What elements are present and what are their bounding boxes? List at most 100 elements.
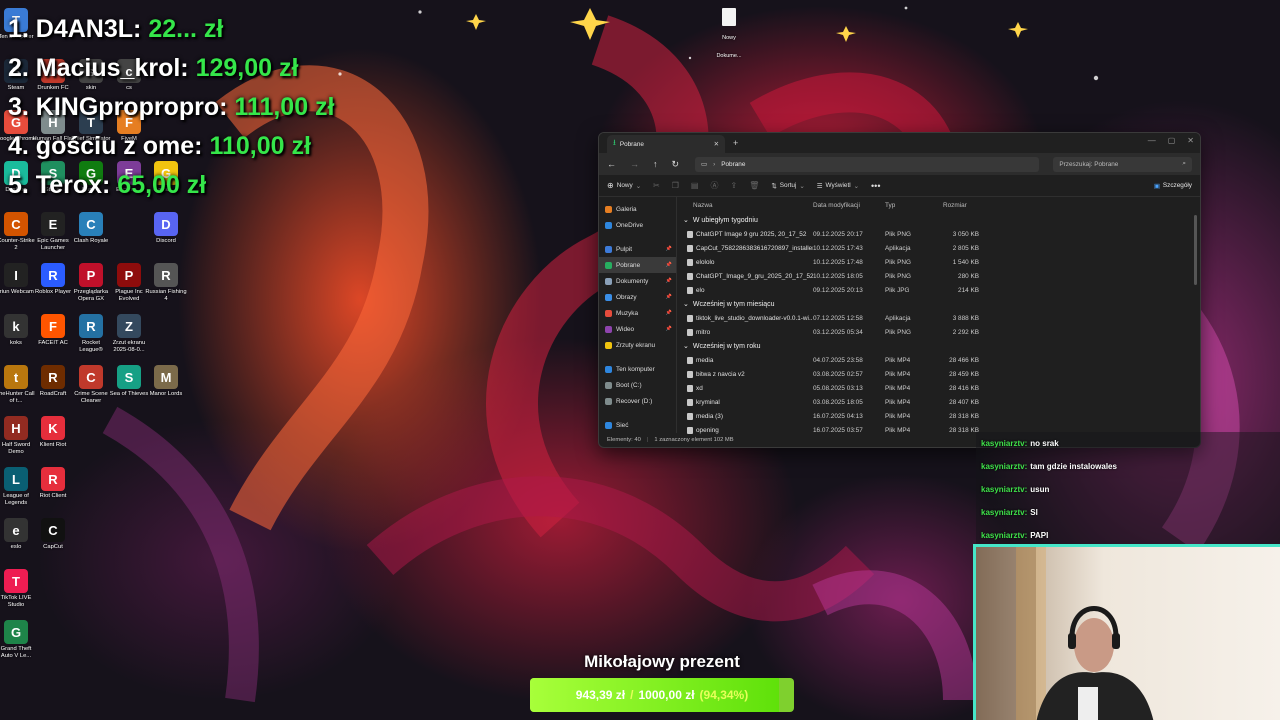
file-size: 214 KB <box>958 286 979 294</box>
desktop-icon[interactable]: D Discord <box>145 212 187 245</box>
desktop-icon[interactable]: P Plague Inc Evolved <box>108 263 150 303</box>
file-date: 05.08.2025 03:13 <box>813 384 863 392</box>
column-type[interactable]: Typ <box>885 202 943 209</box>
file-row[interactable]: tiktok_live_studio_downloader-v0.0.1-wi.… <box>677 311 1200 325</box>
nav-item[interactable]: Ten komputer <box>599 361 676 377</box>
file-row[interactable]: bitwa z navcia v2 03.08.2025 02:57 Plik MP… <box>677 367 1200 381</box>
folder-icon <box>605 221 612 229</box>
close-window-icon[interactable]: ✕ <box>1187 136 1194 145</box>
nav-separator <box>599 353 676 361</box>
desktop-icon[interactable]: R Rocket League® <box>70 314 112 354</box>
up-arrow-icon[interactable]: ↑ <box>653 159 658 169</box>
nav-item[interactable]: Boot (C:) <box>599 377 676 393</box>
desktop-icon[interactable]: P Przeglądarka Opera GX <box>70 263 112 303</box>
back-arrow-icon[interactable]: ← <box>607 159 616 169</box>
desktop-icon[interactable]: M Manor Lords <box>145 365 187 398</box>
nav-item[interactable]: Recover (D:) <box>599 393 676 409</box>
file-name: CapCut_7582286383616720897_installer <box>696 244 813 252</box>
nav-item[interactable]: Pobrane 📌 <box>599 257 676 273</box>
goal-target: 1000,00 zł <box>638 688 695 702</box>
sort-button[interactable]: ⇅ Sortuj ⌄ <box>771 182 804 190</box>
forward-arrow-icon[interactable]: → <box>630 159 639 169</box>
file-row[interactable]: media (3) 16.07.2025 04:13 Plik MP4 28 318 … <box>677 409 1200 423</box>
path-field[interactable]: ▭ › Pobrane <box>695 156 1040 172</box>
group-header[interactable]: ⌄ Wcześniej w tym miesiącu <box>677 297 1200 311</box>
new-button[interactable]: ⊕ Nowy ⌄ <box>607 181 641 190</box>
file-row[interactable]: elo 09.12.2025 20:13 Plik JPG 214 KB <box>677 283 1200 297</box>
desktop-icon[interactable]: C Crime Scene Cleaner <box>70 365 112 405</box>
desktop-icon[interactable]: G Grand Theft Auto V Le... <box>0 620 37 660</box>
column-headers: Nazwa Data modyfikacji Typ Rozmiar <box>677 197 1200 213</box>
desktop-icon[interactable]: R Russian Fishing 4 <box>145 263 187 303</box>
minimize-icon[interactable]: — <box>1148 136 1156 145</box>
item-count: Elementy: 40 <box>607 437 641 443</box>
nav-item[interactable]: Muzyka 📌 <box>599 305 676 321</box>
file-row[interactable]: media 04.07.2025 23:58 Plik MP4 28 466 KB <box>677 353 1200 367</box>
file-row[interactable]: xd 05.08.2025 03:13 Plik MP4 28 416 KB <box>677 381 1200 395</box>
tiktok-icon: T <box>4 569 28 593</box>
nav-item-label: Pobrane <box>616 261 641 269</box>
group-header[interactable]: ⌄ Wcześniej w tym roku <box>677 339 1200 353</box>
goal-percent: (94,34%) <box>699 688 749 702</box>
desktop-icon[interactable]: T TikTok LIVE Studio <box>0 569 37 609</box>
nav-item[interactable]: Obrazy 📌 <box>599 289 676 305</box>
close-tab-icon[interactable]: ✕ <box>714 140 719 148</box>
column-date[interactable]: Data modyfikacji <box>813 202 885 209</box>
path-segment[interactable]: Pobrane <box>721 161 745 168</box>
file-icon <box>687 328 693 336</box>
desktop-icon-label: Manor Lords <box>149 391 183 397</box>
desktop-icon[interactable]: C CapCut <box>32 518 74 551</box>
file-icon: k <box>4 314 28 338</box>
copy-icon[interactable]: ❐ <box>672 181 679 190</box>
view-button[interactable]: ☰ Wyświetl ⌄ <box>817 182 859 190</box>
desktop-icon[interactable]: R Riot Client <box>32 467 74 500</box>
nav-item[interactable]: Pulpit 📌 <box>599 241 676 257</box>
nav-item[interactable]: Wideo 📌 <box>599 321 676 337</box>
nav-item[interactable]: Zrzuty ekranu <box>599 337 676 353</box>
desktop-icon[interactable]: E Epic Games Launcher <box>32 212 74 252</box>
file-row[interactable]: CapCut_7582286383616720897_installer 10.1… <box>677 241 1200 255</box>
nav-item[interactable]: Sieć <box>599 417 676 433</box>
desktop-icon[interactable]: R RoadCraft <box>32 365 74 398</box>
new-document-desktop-icon[interactable]: Nowy Dokume... <box>716 8 742 62</box>
refresh-icon[interactable]: ↻ <box>672 159 680 170</box>
desktop-icon[interactable]: S Sea of Thieves <box>108 365 150 398</box>
file-row[interactable]: ChatGPT Image 9 gru 2025, 20_17_52 09.12.… <box>677 227 1200 241</box>
explorer-tab[interactable]: ⭳ Pobrane ✕ <box>607 135 725 153</box>
more-options-icon[interactable]: ••• <box>871 181 880 191</box>
desktop-icon[interactable]: Z Zrzut ekranu 2025-08-0... <box>108 314 150 354</box>
delete-icon[interactable]: 🗑 <box>749 181 759 190</box>
search-input[interactable]: Przeszukaj: Pobrane ⌕ <box>1053 156 1192 172</box>
share-icon[interactable]: ⇪ <box>730 181 737 190</box>
desktop-icon[interactable]: R Roblox Player <box>32 263 74 296</box>
file-row[interactable]: elololo 10.12.2025 17:48 Plik PNG 1 540 KB <box>677 255 1200 269</box>
file-name-cell: tiktok_live_studio_downloader-v0.0.1-wi.… <box>677 314 813 322</box>
nav-item[interactable]: Galeria <box>599 201 676 217</box>
leaderboard-amount: 111,00 zł <box>234 93 335 121</box>
desktop-icon[interactable]: C Clash Royale <box>70 212 112 245</box>
details-button[interactable]: ▣ Szczegóły <box>1154 182 1192 190</box>
scrollbar[interactable] <box>1194 215 1197 285</box>
cut-icon[interactable]: ✂ <box>653 181 660 190</box>
column-size[interactable]: Rozmiar <box>943 202 979 209</box>
column-name[interactable]: Nazwa <box>677 202 813 209</box>
desktop-icon-label: Clash Royale <box>73 238 109 244</box>
maximize-icon[interactable]: ▢ <box>1168 136 1176 145</box>
desktop-icon[interactable]: K Klient Riot <box>32 416 74 449</box>
paste-icon[interactable]: ▤ <box>691 181 699 190</box>
file-date: 03.08.2025 02:57 <box>813 370 863 378</box>
desktop-icon[interactable]: F FACEIT AC <box>32 314 74 347</box>
nav-item[interactable]: OneDrive <box>599 217 676 233</box>
file-row[interactable]: mitro 03.12.2025 05:34 Plik PNG 2 292 KB <box>677 325 1200 339</box>
new-tab-button[interactable]: + <box>733 138 738 148</box>
file-icon <box>687 286 693 294</box>
goal-separator: / <box>630 688 634 702</box>
nav-item[interactable]: Dokumenty 📌 <box>599 273 676 289</box>
file-row[interactable]: kryminal 03.08.2025 18:05 Plik MP4 28 407 K… <box>677 395 1200 409</box>
rename-icon[interactable]: Ⓐ <box>710 180 718 191</box>
group-header[interactable]: ⌄ W ubiegłym tygodniu <box>677 213 1200 227</box>
nav-item-label: Sieć <box>616 421 629 429</box>
file-row[interactable]: ChatGPT_Image_9_gru_2025_20_17_52-r... 10… <box>677 269 1200 283</box>
game-icon: R <box>154 263 178 287</box>
donation-goal: Mikołajowy prezent 943,39 zł / 1000,00 z… <box>530 652 794 712</box>
